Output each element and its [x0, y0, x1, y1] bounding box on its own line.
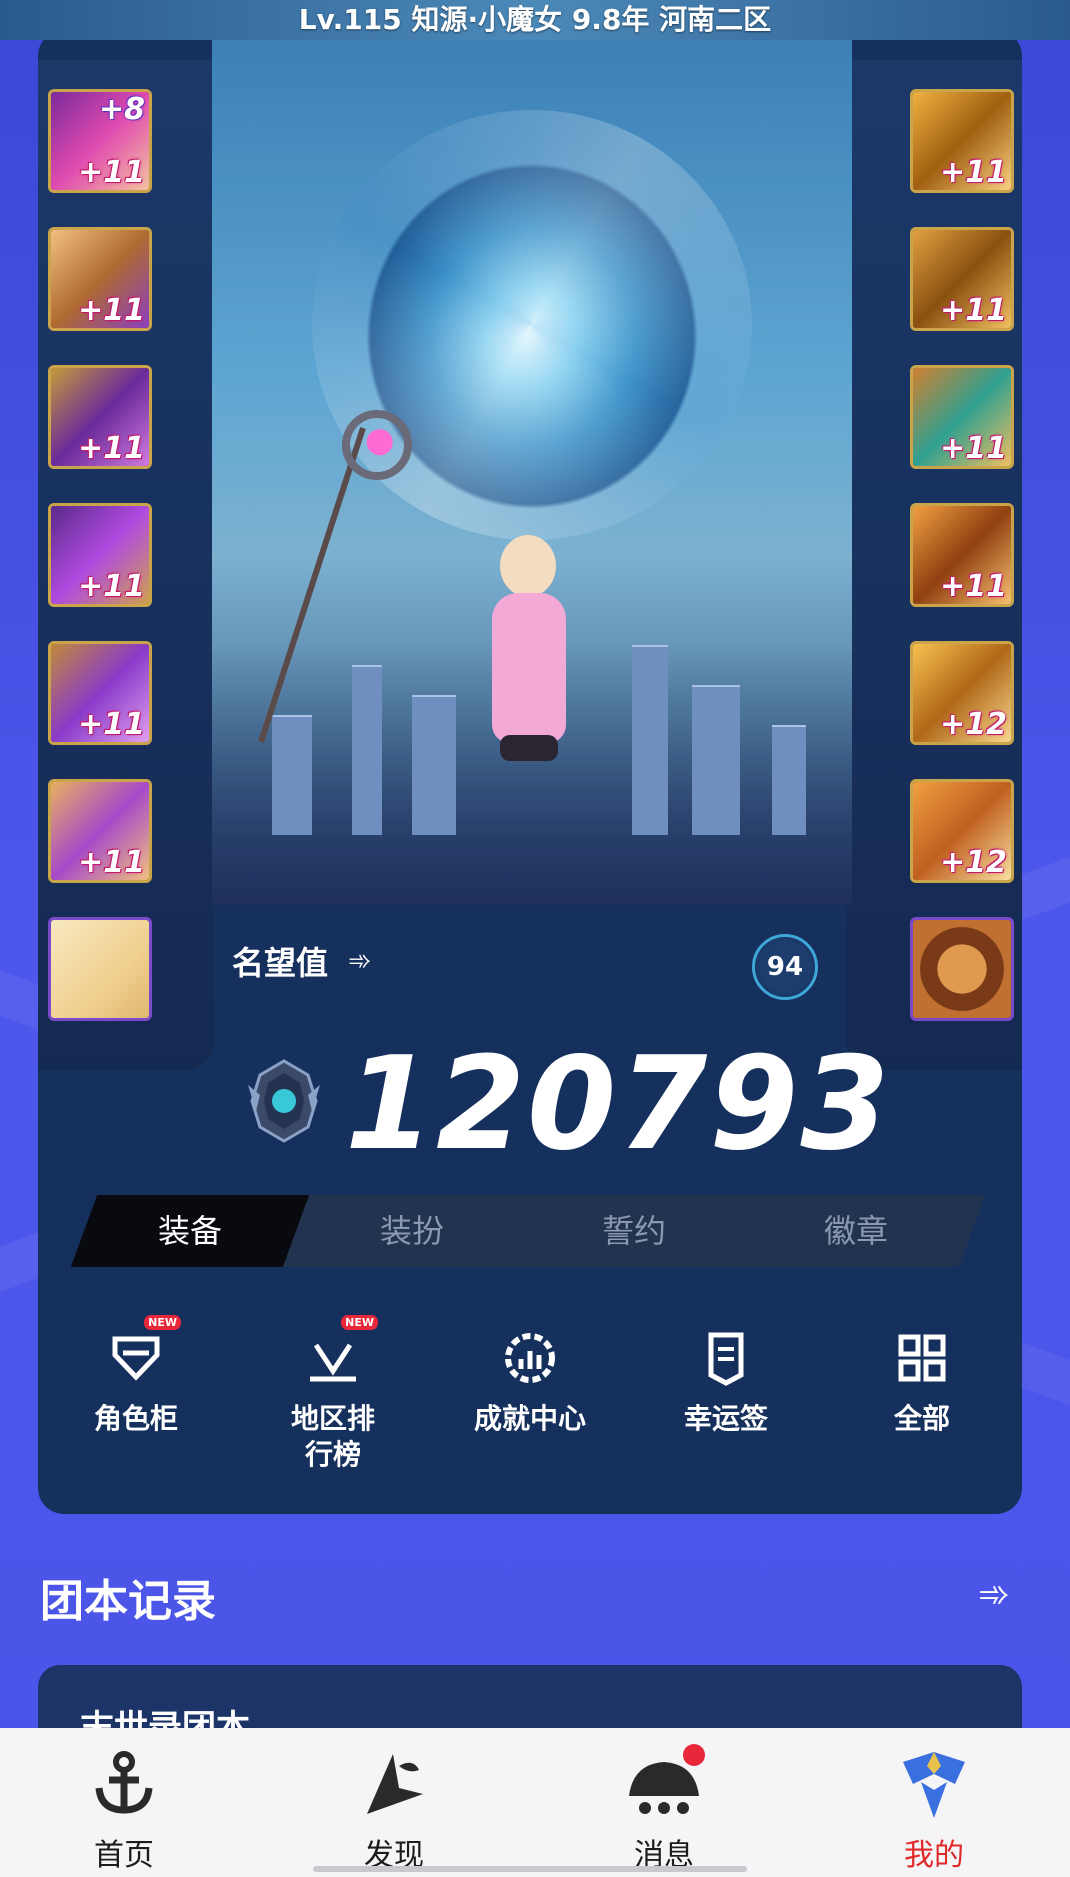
- fame-level-badge: 94: [752, 934, 818, 1000]
- shortcut-lucky-draw[interactable]: 幸运签: [646, 1295, 806, 1437]
- shortcut-label: 地区排 行榜: [290, 1402, 375, 1471]
- nav-messages[interactable]: 消息: [564, 1728, 764, 1874]
- shortcut-label: 成就中心: [473, 1402, 586, 1435]
- equipment-tabs: 装备 装扮 誓约 徽章: [70, 1195, 986, 1267]
- raid-records-arrow-icon[interactable]: ➾: [978, 1572, 1010, 1616]
- pet-icon: [51, 920, 149, 1018]
- ranking-icon: NEW: [300, 1315, 378, 1391]
- lucky-draw-icon: [693, 1325, 759, 1391]
- fame-value: 120793: [345, 1030, 892, 1179]
- shortcut-label: 角色柜: [93, 1402, 178, 1435]
- new-tag: NEW: [144, 1315, 181, 1330]
- fame-arrow-icon[interactable]: ➾: [348, 944, 371, 977]
- equipment-slot-left-5[interactable]: +11: [48, 641, 152, 745]
- home-indicator[interactable]: [313, 1866, 747, 1872]
- unread-dot: [683, 1744, 705, 1766]
- equipment-slot-left-6[interactable]: +11: [48, 779, 152, 883]
- tab-oath[interactable]: 誓约: [515, 1195, 753, 1267]
- enhance-level: +11: [940, 293, 1007, 328]
- equipment-slot-right-4[interactable]: +11: [910, 503, 1014, 607]
- equipment-slot-left-3[interactable]: +11: [48, 365, 152, 469]
- shortcut-region-ranking[interactable]: NEW 地区排 行榜: [253, 1295, 413, 1473]
- nav-label: 我的: [904, 1838, 964, 1873]
- grid-icon: [889, 1325, 955, 1391]
- shortcut-label: 全部: [893, 1402, 950, 1435]
- anchor-icon: [83, 1744, 165, 1826]
- tab-outfit[interactable]: 装扮: [293, 1195, 531, 1267]
- enhance-level: +11: [78, 155, 145, 190]
- shortcut-label: 幸运签: [683, 1402, 768, 1435]
- new-tag: NEW: [341, 1315, 378, 1330]
- enhance-level: +11: [940, 155, 1007, 190]
- message-icon: [623, 1744, 705, 1826]
- character-scene: [212, 30, 852, 905]
- nav-label: 首页: [94, 1838, 154, 1873]
- equipment-slot-right-2[interactable]: +11: [910, 227, 1014, 331]
- equipment-slot-right-1[interactable]: +11: [910, 89, 1014, 193]
- equipment-slot-left-1[interactable]: +11 +8: [48, 89, 152, 193]
- character-info-title: Lv.115 知源·小魔女 9.8年 河南二区: [298, 3, 772, 36]
- shortcut-all[interactable]: 全部: [842, 1295, 1002, 1437]
- staff-head-art: [342, 410, 412, 480]
- equipment-slot-left-2[interactable]: +11: [48, 227, 152, 331]
- enhance-level: +11: [940, 431, 1007, 466]
- refine-level: +8: [98, 92, 145, 127]
- enhance-level: +11: [78, 569, 145, 604]
- enhance-level: +11: [78, 431, 145, 466]
- equipment-slot-left-7[interactable]: [48, 917, 152, 1021]
- equipment-slot-right-3[interactable]: +11: [910, 365, 1014, 469]
- equipment-slot-right-7[interactable]: [910, 917, 1014, 1021]
- enhance-level: +11: [940, 569, 1007, 604]
- profile-icon: [893, 1744, 975, 1826]
- enhance-level: +12: [940, 845, 1007, 880]
- character-avatar[interactable]: [488, 535, 568, 765]
- equipment-slot-right-5[interactable]: +12: [910, 641, 1014, 745]
- title-icon: [913, 920, 1011, 1018]
- shortcut-achievement-center[interactable]: 成就中心: [450, 1295, 610, 1437]
- enhance-level: +11: [78, 707, 145, 742]
- equipment-slot-right-6[interactable]: +12: [910, 779, 1014, 883]
- nav-discover[interactable]: 发现: [294, 1728, 494, 1874]
- discover-icon: [353, 1744, 435, 1826]
- achievement-icon: [497, 1325, 563, 1391]
- enhance-level: +12: [940, 707, 1007, 742]
- raid-records-title: 团本记录: [40, 1576, 216, 1627]
- shortcut-grid: NEW 角色柜 NEW 地区排 行榜 成就中心 幸运签 全部: [38, 1295, 1022, 1513]
- tab-equipment[interactable]: 装备: [70, 1195, 310, 1267]
- nav-profile[interactable]: 我的: [834, 1728, 1034, 1874]
- equipment-slot-left-4[interactable]: +11: [48, 503, 152, 607]
- role-cabinet-icon: NEW: [103, 1315, 181, 1391]
- tab-badge[interactable]: 徽章: [737, 1195, 975, 1267]
- enhance-level: +11: [78, 293, 145, 328]
- enhance-level: +11: [78, 845, 145, 880]
- shortcut-role-cabinet[interactable]: NEW 角色柜: [56, 1295, 216, 1437]
- nav-home[interactable]: 首页: [24, 1728, 224, 1874]
- fame-emblem-icon: [248, 1059, 320, 1143]
- fame-label[interactable]: 名望值: [232, 938, 328, 984]
- bottom-navigation: 首页 发现 消息 我的: [0, 1728, 1070, 1877]
